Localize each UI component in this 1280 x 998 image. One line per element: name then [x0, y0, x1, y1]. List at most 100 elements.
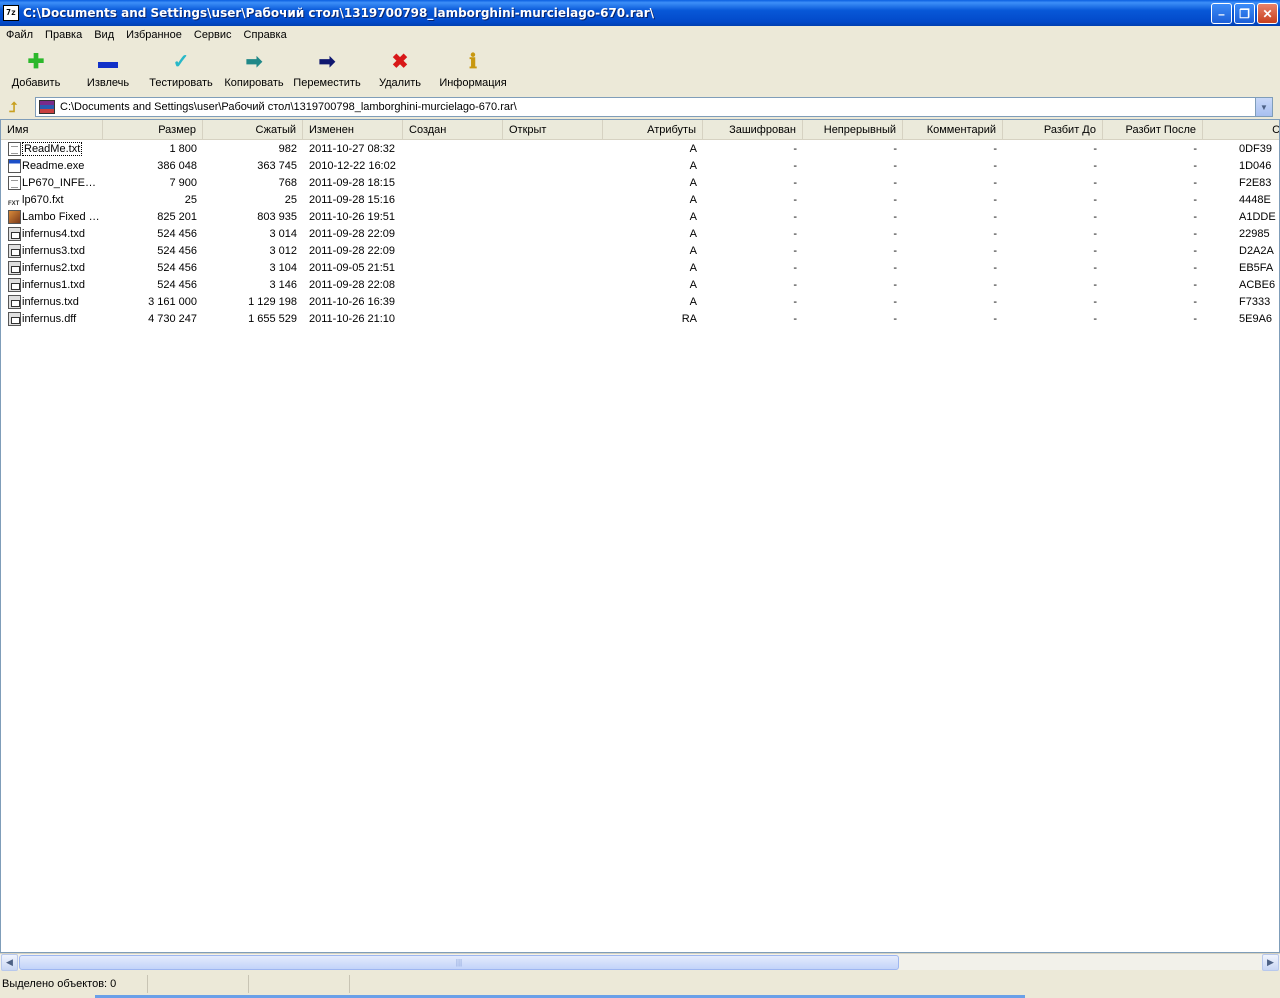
toolbar-button-plus[interactable]: ✚ Добавить	[0, 45, 72, 95]
folder-up-button[interactable]: ⮥	[2, 97, 24, 117]
address-row: ⮥ C:\Documents and Settings\user\Рабочий…	[0, 96, 1280, 118]
cell-solid: -	[893, 160, 897, 172]
cell-solid: -	[893, 143, 897, 155]
toolbar-button-copy-arrow[interactable]: ➡ Копировать	[218, 45, 290, 95]
cell-packed: 25	[284, 194, 297, 206]
cell-split-after: -	[1193, 177, 1197, 189]
column-header[interactable]: Комментарий	[903, 120, 1003, 140]
app-icon[interactable]: 7z	[3, 5, 19, 21]
cell-split-before: -	[1093, 160, 1097, 172]
file-name-cell[interactable]: infernus.dff	[18, 311, 103, 328]
scroll-left-button[interactable]: ◀	[1, 954, 18, 971]
address-dropdown-button[interactable]: ▼	[1255, 98, 1272, 116]
cell-packed: 3 104	[269, 262, 297, 274]
cell-split-after: -	[1193, 143, 1197, 155]
maximize-button[interactable]: ❐	[1234, 3, 1255, 24]
menu-item[interactable]: Справка	[238, 29, 293, 41]
table-row[interactable]: infernus1.txd 524 456 3 146 2011-09-28 22:0…	[1, 277, 1279, 294]
cell-modified: 2011-09-28 22:09	[309, 245, 396, 257]
menu-bar: Файл Правка Вид Избранное Сервис Справка	[0, 26, 1280, 44]
cell-size: 825 201	[157, 211, 197, 223]
column-header[interactable]: CRC	[1203, 120, 1279, 140]
column-header[interactable]: Непрерывный	[803, 120, 903, 140]
scroll-right-button[interactable]: ▶	[1262, 954, 1279, 971]
column-header[interactable]: Размер	[103, 120, 203, 140]
file-name-cell[interactable]: infernus2.txd	[18, 260, 103, 277]
column-header[interactable]: Создан	[403, 120, 503, 140]
column-header[interactable]: Разбит До	[1003, 120, 1103, 140]
column-header[interactable]: Имя	[1, 120, 103, 140]
address-combobox[interactable]: C:\Documents and Settings\user\Рабочий с…	[35, 97, 1273, 117]
column-header[interactable]: Открыт	[503, 120, 603, 140]
file-name-cell[interactable]: infernus.txd	[18, 294, 103, 311]
toolbar-button-minus[interactable]: ▬ Извлечь	[72, 45, 144, 95]
column-header[interactable]: Изменен	[303, 120, 403, 140]
cell-split-after: -	[1193, 160, 1197, 172]
cell-split-before: -	[1093, 194, 1097, 206]
cell-attr: A	[689, 160, 697, 172]
menu-item[interactable]: Правка	[39, 29, 88, 41]
table-row[interactable]: Readme.exe 386 048 363 745 2010-12-22 16:02…	[1, 158, 1279, 175]
cell-size: 4 730 247	[148, 313, 197, 325]
file-name-cell[interactable]: Lambo Fixed …	[18, 209, 103, 226]
table-row[interactable]: LP670_INFE… 7 900 768 2011-09-28 18:15 A - - - -…	[1, 175, 1279, 192]
table-row[interactable]: infernus2.txd 524 456 3 104 2011-09-05 21:5…	[1, 260, 1279, 277]
cell-crc: A1DDE	[1239, 211, 1276, 223]
cell-attr: A	[689, 143, 697, 155]
table-row[interactable]: ReadMe.txt 1 800 982 2011-10-27 08:32 A - - - - -…	[1, 141, 1279, 158]
cell-crc: 22985	[1239, 228, 1270, 240]
cell-solid: -	[893, 313, 897, 325]
close-button[interactable]: ✕	[1257, 3, 1278, 24]
file-name-cell[interactable]: infernus1.txd	[18, 277, 103, 294]
toolbar-button-info[interactable]: ℹ Информация	[436, 45, 510, 95]
status-panel-3	[250, 975, 350, 993]
minimize-button[interactable]: –	[1211, 3, 1232, 24]
column-header[interactable]: Сжатый	[203, 120, 303, 140]
toolbar-button-check[interactable]: ✓ Тестировать	[144, 45, 218, 95]
file-name-cell[interactable]: ReadMe.txt	[18, 141, 103, 158]
cell-split-after: -	[1193, 211, 1197, 223]
file-name: Lambo Fixed …	[22, 211, 100, 223]
table-row[interactable]: FXT lp670.fxt 25 25 2011-09-28 15:16 A - - - - -44…	[1, 192, 1279, 209]
table-row[interactable]: infernus.txd 3 161 000 1 129 198 2011-10-26…	[1, 294, 1279, 311]
file-name: Readme.exe	[22, 160, 85, 172]
cell-size: 524 456	[157, 262, 197, 274]
cell-modified: 2011-10-27 08:32	[309, 143, 396, 155]
menu-item[interactable]: Файл	[0, 29, 39, 41]
cell-enc: -	[793, 228, 797, 240]
file-name-cell[interactable]: LP670_INFE…	[18, 175, 103, 192]
cell-enc: -	[793, 143, 797, 155]
menu-item[interactable]: Сервис	[188, 29, 238, 41]
title-bar[interactable]: 7z C:\Documents and Settings\user\Рабочи…	[0, 0, 1280, 26]
cell-modified: 2011-09-28 18:15	[309, 177, 396, 189]
table-row[interactable]: infernus.dff 4 730 247 1 655 529 2011-10-26…	[1, 311, 1279, 328]
file-name-cell[interactable]: lp670.fxt	[18, 192, 103, 209]
column-header[interactable]: Разбит После	[1103, 120, 1203, 140]
scroll-thumb[interactable]: |||	[19, 955, 899, 970]
column-header[interactable]: Зашифрован	[703, 120, 803, 140]
menu-item[interactable]: Вид	[88, 29, 120, 41]
cell-crc: 0DF39	[1239, 143, 1273, 155]
cell-split-after: -	[1193, 262, 1197, 274]
cell-attr: A	[689, 262, 697, 274]
horizontal-scrollbar[interactable]: ◀ ||| ▶	[0, 953, 1280, 971]
file-name-cell[interactable]: infernus3.txd	[18, 243, 103, 260]
table-row[interactable]: infernus3.txd 524 456 3 012 2011-09-28 22:0…	[1, 243, 1279, 260]
table-row[interactable]: infernus4.txd 524 456 3 014 2011-09-28 22:0…	[1, 226, 1279, 243]
toolbar-button-delete[interactable]: ✖ Удалить	[364, 45, 436, 95]
chevron-down-icon: ▼	[1260, 102, 1268, 112]
file-name-cell[interactable]: Readme.exe	[18, 158, 103, 175]
cell-modified: 2011-09-28 22:08	[309, 279, 396, 291]
column-header[interactable]: Атрибуты	[603, 120, 703, 140]
cell-modified: 2011-09-05 21:51	[309, 262, 396, 274]
cell-modified: 2011-10-26 19:51	[309, 211, 396, 223]
menu-item[interactable]: Избранное	[120, 29, 188, 41]
cell-attr: A	[689, 211, 697, 223]
file-name-cell[interactable]: infernus4.txd	[18, 226, 103, 243]
cell-enc: -	[793, 313, 797, 325]
table-row[interactable]: Lambo Fixed … 825 201 803 935 2011-10-26 19…	[1, 209, 1279, 226]
file-list[interactable]: Имя Размер Сжатый Изменен Создан Открыт Атрибу…	[0, 119, 1280, 953]
toolbar-button-move-arrow[interactable]: ➡ Переместить	[290, 45, 364, 95]
file-name: infernus1.txd	[22, 279, 85, 291]
cell-crc: D2A2A	[1239, 245, 1274, 257]
